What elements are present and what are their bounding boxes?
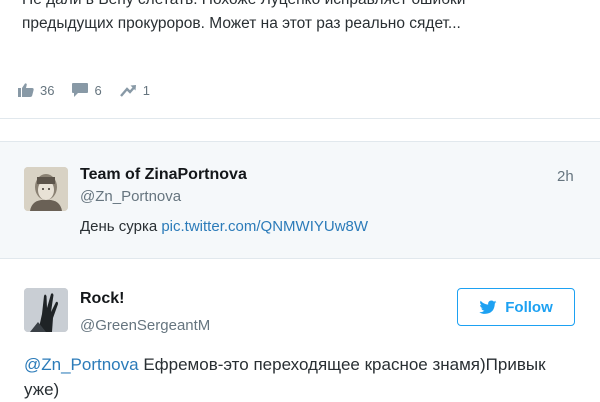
tweet-actions: 36 6 1 [18, 80, 168, 100]
author-name[interactable]: Rock! [80, 290, 124, 308]
author-handle[interactable]: @GreenSergeantM [80, 317, 210, 334]
follow-label: Follow [505, 298, 553, 316]
tweet-timestamp[interactable]: 2h [557, 168, 574, 185]
author-name[interactable]: Team of ZinaPortnova [80, 166, 247, 184]
comment-action[interactable]: 6 [72, 82, 102, 98]
share-arrow-icon [119, 85, 136, 97]
like-action[interactable]: 36 [18, 83, 54, 98]
top-tweet-line-2: предыдущих прокуроров. Может на этот раз… [22, 15, 461, 32]
top-tweet-line-1: Не дали в Вену слетать. Похоже Луценко и… [22, 0, 592, 12]
comment-count: 6 [94, 82, 102, 98]
tweet-text: День сурка pic.twitter.com/QNMWIYUw8W [80, 218, 368, 235]
avatar-hand-image [24, 288, 68, 332]
tweet-body: День сурка [80, 218, 162, 235]
tweet-text: @Zn_Portnova Ефремов-это переходящее кра… [24, 352, 584, 402]
share-count: 1 [142, 82, 150, 98]
share-action[interactable]: 1 [119, 82, 150, 98]
avatar-portrait-image [24, 167, 68, 211]
twitter-bird-icon [479, 300, 497, 314]
author-handle[interactable]: @Zn_Portnova [80, 188, 181, 205]
top-tweet-text: Не дали в Вену слетать. Похоже Луценко и… [22, 0, 592, 36]
divider [0, 118, 600, 119]
thumbs-up-icon [18, 83, 34, 97]
avatar[interactable] [24, 167, 68, 211]
mention-link[interactable]: @Zn_Portnova [24, 355, 139, 374]
pic-link[interactable]: pic.twitter.com/QNMWIYUw8W [161, 218, 368, 235]
follow-button[interactable]: Follow [457, 288, 575, 326]
like-count: 36 [40, 82, 55, 98]
comment-icon [72, 82, 89, 97]
avatar[interactable] [24, 288, 68, 332]
